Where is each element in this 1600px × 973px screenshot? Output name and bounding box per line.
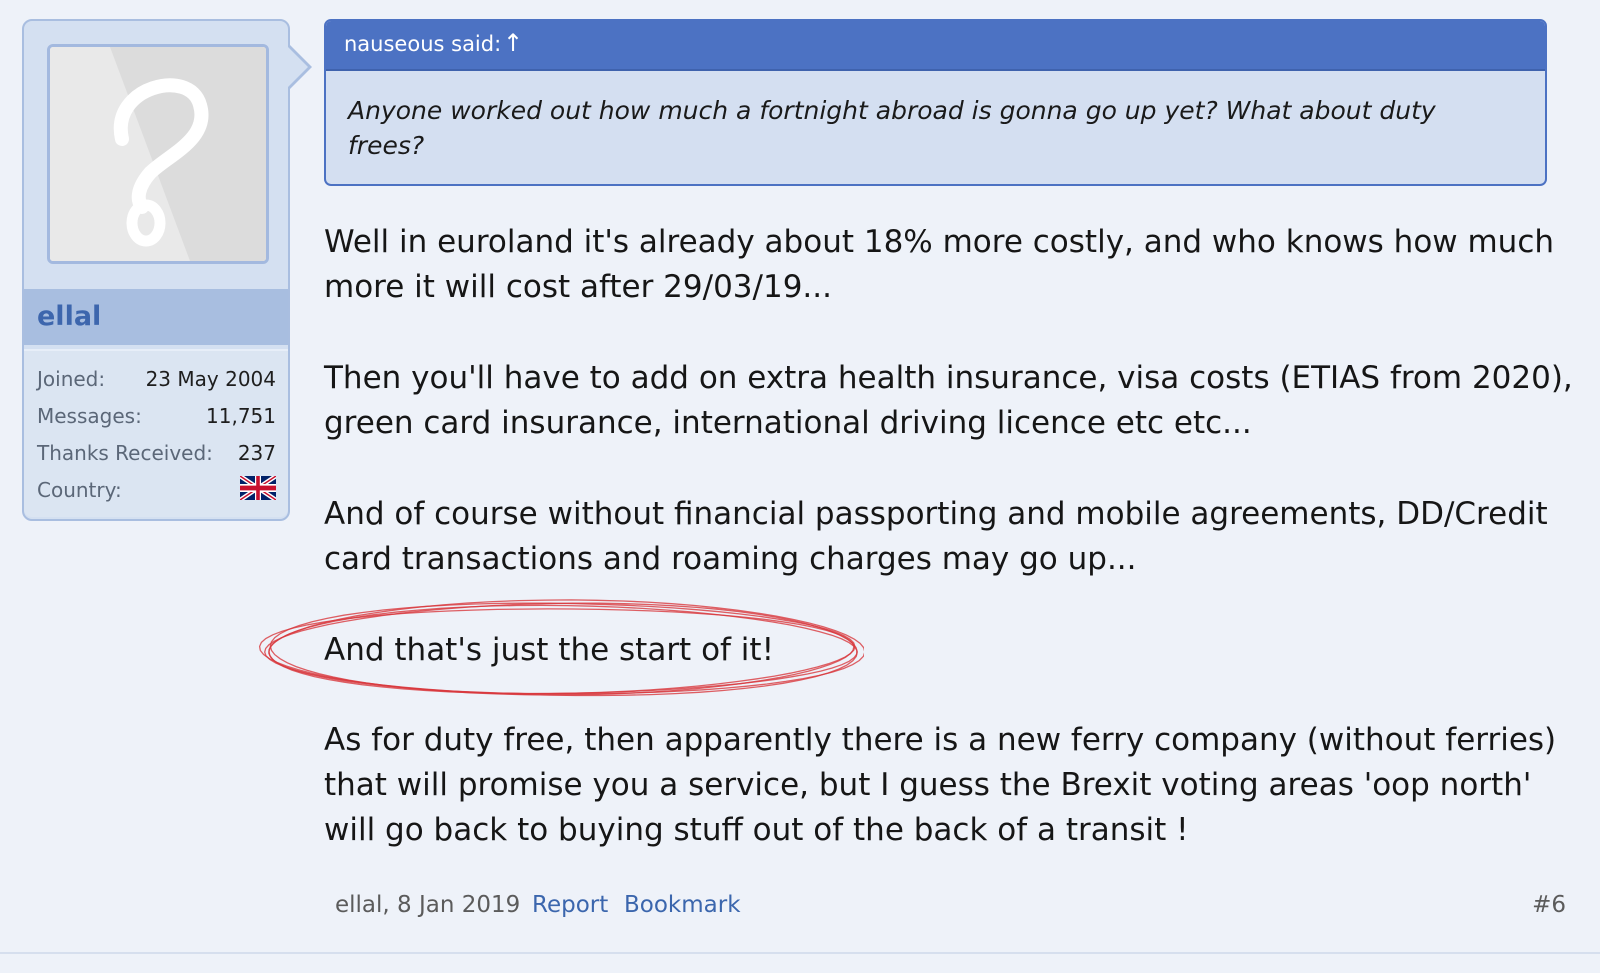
message-paragraph: Then you'll have to add on extra health …	[324, 360, 1573, 441]
quote-header: nauseous said: ↑	[326, 21, 1545, 71]
report-link[interactable]: Report	[532, 892, 608, 918]
post-meta: ellal, 8 Jan 2019	[335, 892, 521, 918]
stat-thanks: Thanks Received: 237	[37, 441, 276, 471]
stat-joined: Joined: 23 May 2004	[37, 367, 276, 397]
user-stats: Joined: 23 May 2004 Messages: 11,751 Tha…	[24, 349, 288, 517]
message-paragraph: And of course without financial passport…	[324, 496, 1548, 577]
jump-to-quote-icon[interactable]: ↑	[503, 29, 523, 57]
quote-author: nauseous said:	[344, 32, 502, 56]
uk-flag-icon	[240, 476, 276, 500]
stat-label: Thanks Received:	[37, 441, 213, 465]
quote-text: Anyone worked out how much a fortnight a…	[348, 96, 1436, 160]
question-mark-placeholder-icon	[50, 47, 266, 261]
stat-value: 237	[237, 441, 276, 465]
avatar[interactable]	[47, 44, 269, 264]
stat-value: 23 May 2004	[145, 367, 276, 391]
message-paragraph-highlighted: And that's just the start of it!	[324, 632, 774, 668]
quote-block: nauseous said: ↑ Anyone worked out how m…	[324, 19, 1547, 186]
stat-label: Joined:	[37, 367, 106, 391]
stat-value[interactable]: 11,751	[206, 404, 276, 428]
stat-country: Country:	[37, 476, 276, 508]
divider	[0, 952, 1600, 954]
message-paragraph: Well in euroland it's already about 18% …	[324, 224, 1555, 305]
stat-messages: Messages: 11,751	[37, 404, 276, 434]
username-bar: ellal	[24, 289, 288, 345]
user-info-card: ellal Joined: 23 May 2004 Messages: 11,7…	[22, 19, 312, 521]
stat-label: Country:	[37, 478, 122, 502]
stat-label: Messages:	[37, 404, 142, 428]
bookmark-link[interactable]: Bookmark	[624, 892, 741, 918]
username-link[interactable]: ellal	[37, 301, 101, 332]
message-paragraph: As for duty free, then apparently there …	[324, 722, 1557, 848]
post-number-link[interactable]: #6	[1532, 892, 1566, 918]
